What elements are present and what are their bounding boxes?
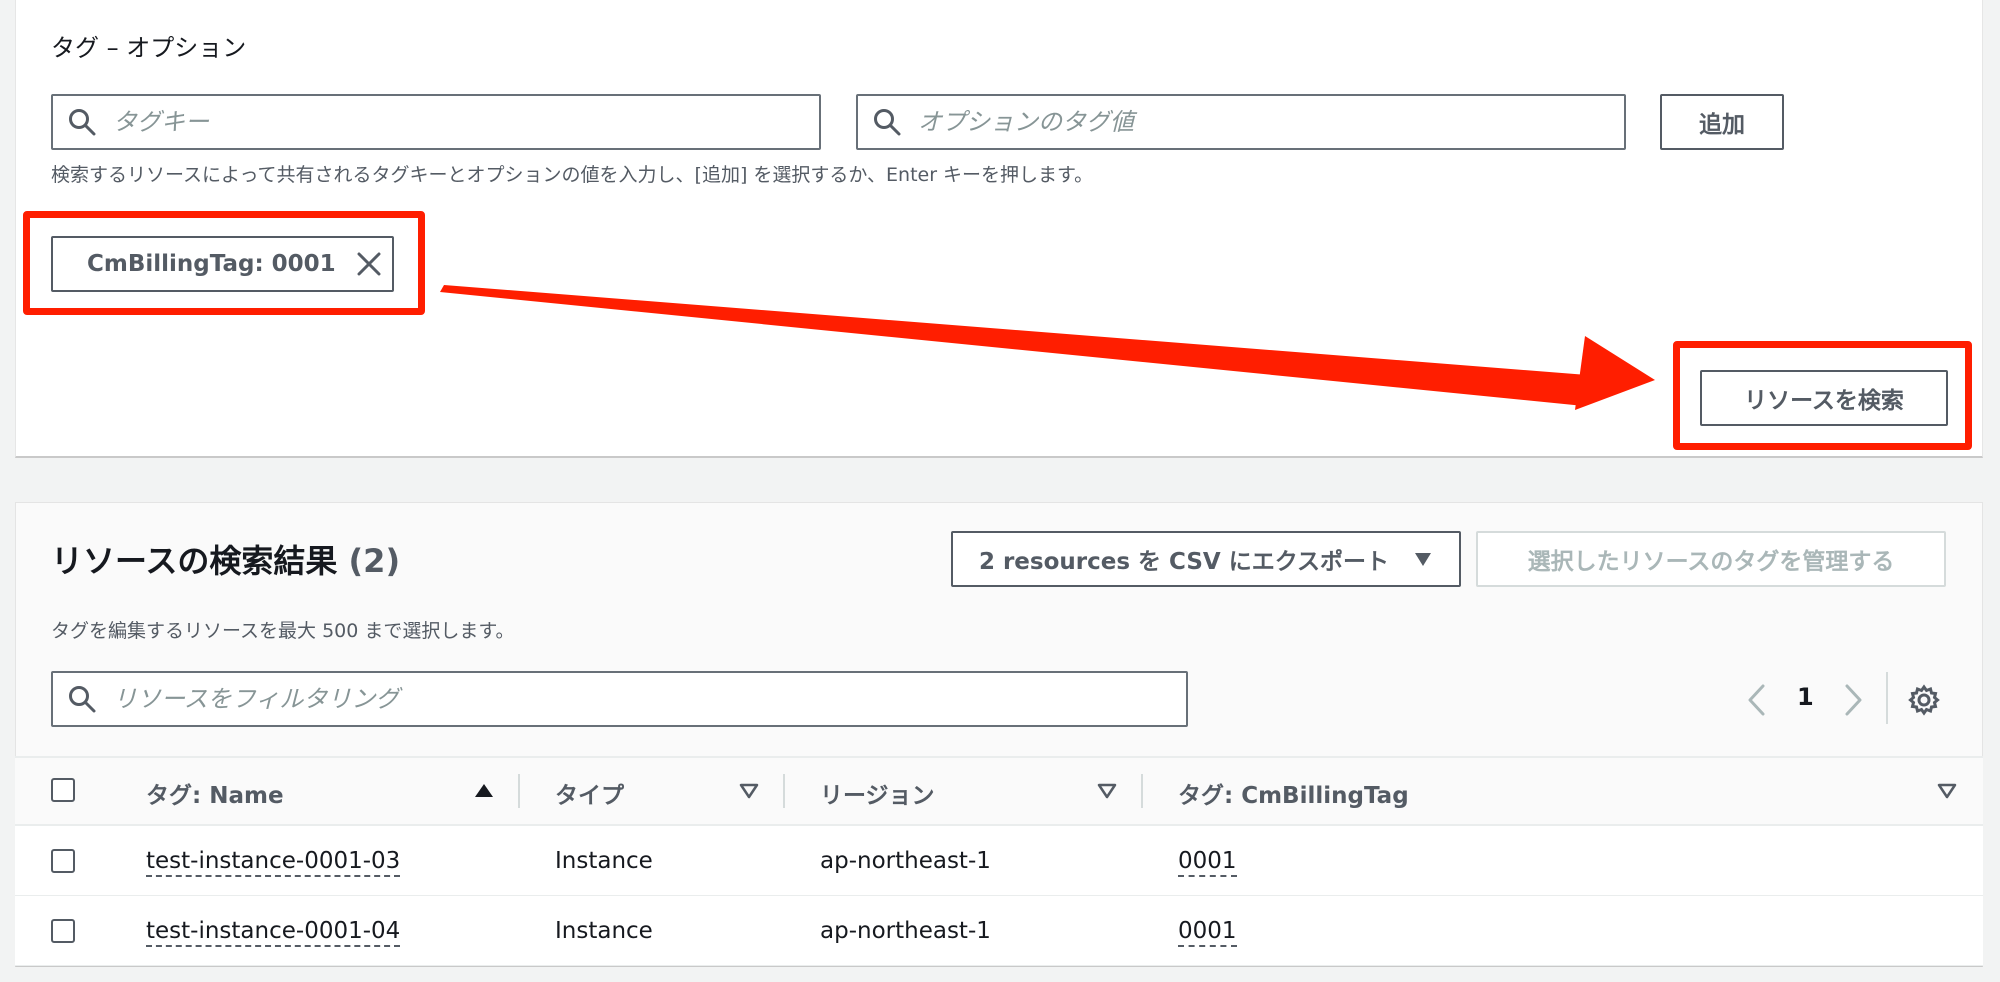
search-resources-button[interactable]: リソースを検索 [1700,370,1948,426]
column-header-region[interactable]: リージョン [820,776,935,810]
row-checkbox[interactable] [51,849,75,873]
filter-input[interactable] [113,685,1186,713]
search-icon [69,109,96,136]
search-icon [69,686,96,713]
resource-name-link[interactable]: test-instance-0001-03 [146,848,401,877]
tag-token: CmBillingTag: 0001 [51,236,394,292]
manage-tags-button[interactable]: 選択したリソースのタグを管理する [1476,531,1946,587]
tag-key-input[interactable] [113,108,819,136]
export-csv-label: 2 resources を CSV にエクスポート [978,549,1390,575]
results-title: リソースの検索結果 (2) [51,536,400,582]
column-header-cmbillingtag[interactable]: タグ: CmBillingTag [1178,776,1409,810]
tag-token-label: CmBillingTag: 0001 [87,251,336,277]
sort-descending-icon[interactable] [1937,783,1957,799]
annotation-arrow [440,285,1655,410]
resource-type: Instance [555,848,653,874]
dropdown-triangle-icon [1415,553,1432,566]
sort-descending-icon[interactable] [739,783,759,799]
resource-tag-value[interactable]: 0001 [1178,848,1237,877]
add-button[interactable]: 追加 [1660,94,1784,150]
results-count: (2) [348,542,401,580]
search-icon [874,109,901,136]
page-number[interactable]: 1 [1797,683,1814,711]
column-header-type[interactable]: タイプ [555,776,624,810]
chevron-left-icon[interactable] [1742,682,1772,718]
table-header [15,756,1983,826]
export-csv-button[interactable]: 2 resources を CSV にエクスポート [951,531,1461,587]
resource-region: ap-northeast-1 [820,848,991,874]
resource-name-link[interactable]: test-instance-0001-04 [146,918,401,947]
resource-region: ap-northeast-1 [820,918,991,944]
close-icon[interactable] [354,249,384,279]
column-divider[interactable] [518,774,520,808]
row-checkbox[interactable] [51,919,75,943]
sort-descending-icon[interactable] [1097,783,1117,799]
pager-divider [1886,672,1888,724]
tags-help-text: 検索するリソースによって共有されるタグキーとオプションの値を入力し、[追加] を… [51,164,1094,186]
column-header-name[interactable]: タグ: Name [146,776,284,810]
filter-field[interactable] [51,671,1188,727]
tags-section-title: タグ – オプション [51,34,247,62]
results-title-text: リソースの検索結果 [51,542,338,580]
sort-ascending-icon[interactable] [474,783,494,799]
resource-tag-value[interactable]: 0001 [1178,918,1237,947]
tag-value-input[interactable] [918,108,1624,136]
tag-key-field[interactable] [51,94,821,150]
gear-icon[interactable] [1908,684,1940,716]
column-divider[interactable] [1141,774,1143,808]
chevron-right-icon[interactable] [1838,682,1868,718]
tag-value-field[interactable] [856,94,1626,150]
column-divider[interactable] [783,774,785,808]
resource-type: Instance [555,918,653,944]
select-all-checkbox[interactable] [51,778,75,802]
results-subtitle: タグを編集するリソースを最大 500 まで選択します。 [51,620,515,642]
